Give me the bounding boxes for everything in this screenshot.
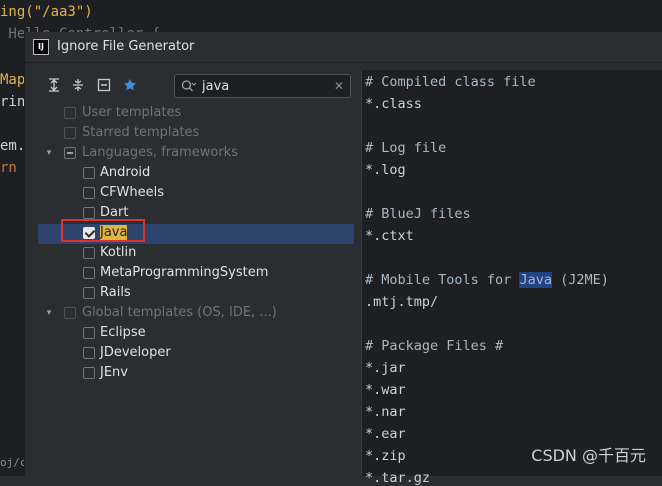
checkbox[interactable]	[83, 347, 95, 359]
tree-item-label: JEnv	[100, 365, 128, 380]
tree-item-label: JDeveloper	[100, 345, 171, 360]
code-line: *.ctxt	[365, 228, 414, 244]
tree-item-kotlin[interactable]: Kotlin	[38, 244, 354, 264]
editor-line: rin	[0, 94, 26, 110]
checkbox[interactable]	[64, 147, 76, 159]
tree-item-user-templates[interactable]: User templates	[38, 104, 354, 124]
code-line: # Log file	[365, 140, 447, 156]
editor-line: ing("/aa3")	[0, 4, 93, 20]
checkbox[interactable]	[64, 307, 76, 319]
expand-all-icon[interactable]	[46, 78, 62, 94]
code-line: # Mobile Tools for Java (J2ME)	[365, 272, 609, 288]
code-line: # Compiled class file	[365, 74, 536, 90]
checkbox[interactable]	[83, 247, 95, 259]
tree-item-label: Starred templates	[82, 125, 200, 140]
code-line: # Package Files #	[365, 338, 504, 354]
code-line: # BlueJ files	[365, 206, 471, 222]
search-match-highlight: Java	[519, 272, 552, 288]
tree-item-label: Kotlin	[100, 245, 137, 260]
code-line: *.class	[365, 96, 422, 112]
tree-item-label: Eclipse	[100, 325, 146, 340]
checkbox[interactable]	[83, 167, 95, 179]
intellij-logo-icon: IJ	[33, 39, 49, 55]
checkbox[interactable]	[83, 267, 95, 279]
clear-icon[interactable]: ✕	[334, 78, 344, 94]
code-line: .mtj.tmp/	[365, 294, 439, 310]
tree-item-starred-templates[interactable]: Starred templates	[38, 124, 354, 144]
search-input[interactable]	[202, 77, 322, 95]
chevron-down-icon[interactable]: ▾	[43, 307, 55, 319]
dialog-title: Ignore File Generator	[57, 39, 195, 54]
code-line: *.ear	[365, 426, 406, 442]
dialog-titlebar: IJ Ignore File Generator	[25, 32, 662, 63]
tree-item-metaprogrammingsystem[interactable]: MetaProgrammingSystem	[38, 264, 354, 284]
star-icon[interactable]	[122, 78, 138, 94]
tree-item-label: MetaProgrammingSystem	[100, 265, 269, 280]
tree-item-rails[interactable]: Rails	[38, 284, 354, 304]
tree-item-android[interactable]: Android	[38, 164, 354, 184]
code-line: *.jar	[365, 360, 406, 376]
checkbox[interactable]	[83, 367, 95, 379]
gitignore-preview: # Compiled class file *.class # Log file…	[361, 70, 662, 486]
tree-item-label: Global templates (OS, IDE, ...)	[82, 305, 277, 320]
code-line: *.zip	[365, 448, 406, 464]
checkbox[interactable]	[83, 187, 95, 199]
checkbox[interactable]	[83, 327, 95, 339]
checkbox[interactable]	[64, 107, 76, 119]
watermark: CSDN @千百元	[531, 446, 646, 465]
ignore-file-generator-dialog: IJ Ignore File Generator ✕ User template…	[24, 32, 662, 486]
search-icon	[181, 80, 196, 92]
uncheck-icon[interactable]	[96, 78, 112, 94]
search-field[interactable]: ✕	[174, 74, 351, 98]
template-tree-panel: ✕ User templates Starred templates ▾ Lan…	[38, 70, 354, 476]
tree-item-label: Languages, frameworks	[82, 145, 238, 160]
code-line: *.war	[365, 382, 406, 398]
tree-item-jdeveloper[interactable]: JDeveloper	[38, 344, 354, 364]
tree-item-label: CFWheels	[100, 185, 165, 200]
code-line: *.tar.gz	[365, 470, 431, 486]
tree-item-jenv[interactable]: JEnv	[38, 364, 354, 384]
tree-item-global-templates[interactable]: ▾ Global templates (OS, IDE, ...)	[38, 304, 354, 324]
code-line: *.log	[365, 162, 406, 178]
tree-item-label: Dart	[100, 205, 129, 220]
tree-item-cfwheels[interactable]: CFWheels	[38, 184, 354, 204]
tree-item-eclipse[interactable]: Eclipse	[38, 324, 354, 344]
tree-item-languages-frameworks[interactable]: ▾ Languages, frameworks	[38, 144, 354, 164]
annotation-highlight-box	[61, 219, 145, 242]
code-line: *.nar	[365, 404, 406, 420]
code-text: (J2ME)	[551, 272, 609, 288]
checkbox[interactable]	[83, 207, 95, 219]
code-text: # Mobile Tools for	[365, 272, 520, 288]
chevron-down-icon[interactable]: ▾	[43, 147, 55, 159]
tree-item-label: Android	[100, 165, 151, 180]
tree-item-label: Rails	[100, 285, 131, 300]
tree-item-label: User templates	[82, 105, 182, 120]
checkbox[interactable]	[64, 127, 76, 139]
collapse-all-icon[interactable]	[70, 78, 86, 94]
checkbox[interactable]	[83, 287, 95, 299]
